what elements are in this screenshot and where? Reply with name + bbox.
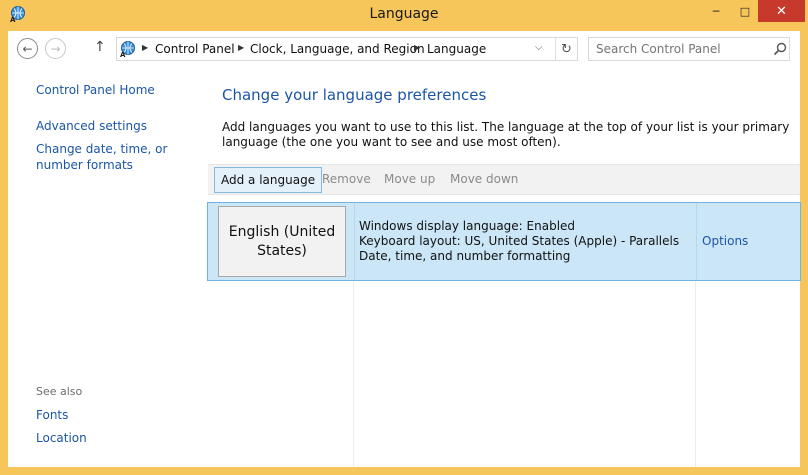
- change-date-time-formats-link[interactable]: Change date, time, or number formats: [36, 141, 206, 173]
- fonts-link[interactable]: Fonts: [36, 407, 206, 423]
- remove-button[interactable]: Remove: [316, 167, 377, 193]
- content-area: Control Panel Home Advanced settings Cha…: [8, 67, 801, 467]
- display-language-status: Windows display language: Enabled: [359, 219, 576, 233]
- options-link[interactable]: Options: [702, 234, 748, 248]
- breadcrumb-language[interactable]: Language: [427, 42, 486, 56]
- add-language-button[interactable]: Add a language: [214, 167, 323, 193]
- breadcrumb-clock-language-region[interactable]: Clock, Language, and Region: [250, 42, 425, 56]
- navigation-bar: ← → ↑ A ▶ Control Panel ▶ Clock, Languag…: [8, 31, 800, 67]
- breadcrumb-separator-icon[interactable]: ▶: [238, 43, 244, 52]
- up-button[interactable]: ↑: [94, 39, 106, 55]
- keyboard-layout-status: Keyboard layout: US, United States (Appl…: [359, 234, 680, 248]
- back-button[interactable]: ←: [17, 38, 38, 59]
- control-panel-home-link[interactable]: Control Panel Home: [36, 82, 206, 98]
- refresh-button[interactable]: ↻: [555, 38, 577, 60]
- language-window: A Language ─ □ ✕ ← → ↑ A ▶ Control Panel…: [0, 0, 808, 475]
- see-also-label: See also: [36, 385, 83, 398]
- search-icon[interactable]: [773, 42, 787, 56]
- language-name-tile[interactable]: English (United States): [218, 206, 346, 277]
- row-divider: [354, 203, 355, 280]
- language-icon: A: [120, 41, 135, 58]
- move-down-button[interactable]: Move down: [444, 167, 524, 193]
- address-dropdown-icon[interactable]: ⌵: [535, 42, 543, 53]
- move-up-button[interactable]: Move up: [378, 167, 441, 193]
- window-title: Language: [369, 6, 439, 22]
- sidebar: Control Panel Home Advanced settings Cha…: [8, 67, 208, 467]
- page-title: Change your language preferences: [222, 86, 487, 104]
- address-bar[interactable]: A ▶ Control Panel ▶ Clock, Language, and…: [116, 37, 578, 61]
- minimize-button[interactable]: ─: [700, 0, 732, 22]
- maximize-button[interactable]: □: [732, 0, 758, 22]
- search-box[interactable]: [588, 37, 790, 61]
- language-toolbar: Add a language Remove Move up Move down: [208, 164, 800, 195]
- page-description: Add languages you want to use to this li…: [222, 120, 790, 149]
- breadcrumb-separator-icon[interactable]: ▶: [142, 43, 148, 52]
- search-input[interactable]: [589, 38, 764, 60]
- main-panel: Change your language preferences Add lan…: [207, 67, 801, 467]
- formatting-status: Date, time, and number formatting: [359, 249, 571, 263]
- row-divider: [696, 203, 697, 280]
- breadcrumb-separator-icon[interactable]: ▶: [414, 43, 420, 52]
- language-row[interactable]: English (United States) Windows display …: [207, 202, 801, 281]
- location-link[interactable]: Location: [36, 430, 206, 446]
- close-button[interactable]: ✕: [758, 0, 805, 22]
- svg-text:A: A: [120, 51, 126, 58]
- advanced-settings-link[interactable]: Advanced settings: [36, 118, 206, 134]
- title-bar[interactable]: A Language ─ □ ✕: [0, 0, 808, 31]
- forward-button[interactable]: →: [45, 38, 66, 59]
- breadcrumb-control-panel[interactable]: Control Panel: [155, 42, 235, 56]
- language-list: English (United States) Windows display …: [207, 202, 801, 467]
